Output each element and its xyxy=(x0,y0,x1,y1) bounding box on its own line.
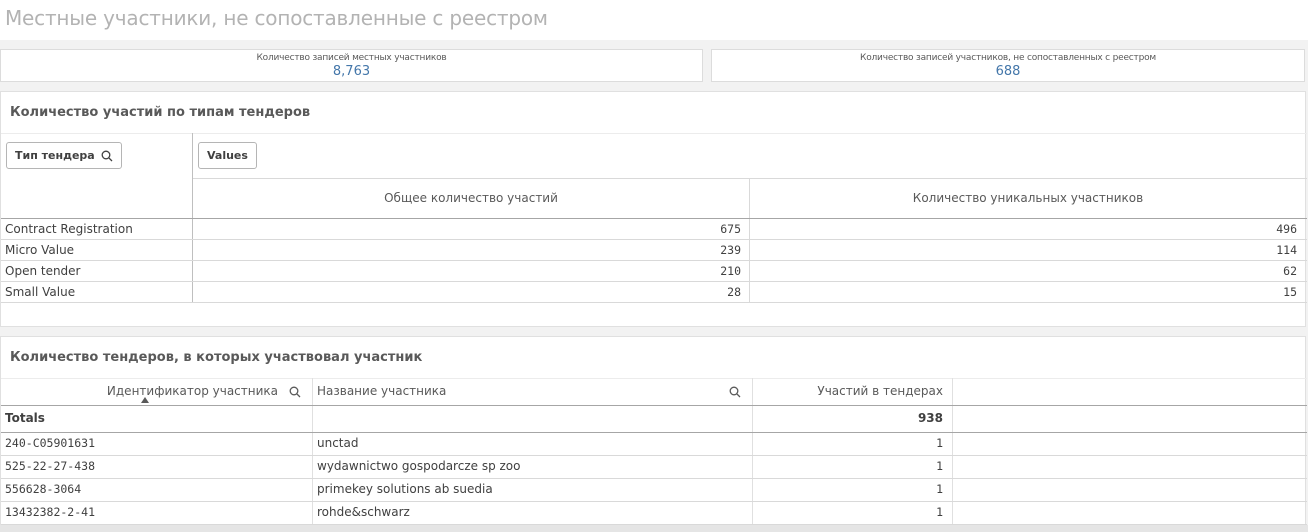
search-icon[interactable] xyxy=(729,386,741,398)
search-icon[interactable] xyxy=(289,386,301,398)
row-divider xyxy=(1,302,1307,303)
divider xyxy=(1,378,1307,379)
col-header-name[interactable]: Название участника xyxy=(317,384,446,398)
kpi-value: 8,763 xyxy=(332,64,371,79)
row-type[interactable]: Micro Value xyxy=(5,243,74,257)
dimension-pill-label: Тип тендера xyxy=(15,149,95,162)
participant-name[interactable]: wydawnictwo gospodarcze sp zoo xyxy=(317,459,520,473)
participation-count: 1 xyxy=(936,436,943,450)
col-header-total[interactable]: Общее количество участий xyxy=(193,191,749,205)
kpi-unmatched-participants[interactable]: Количество записей участников, не сопост… xyxy=(711,49,1305,82)
participant-name[interactable]: rohde&schwarz xyxy=(317,505,410,519)
pivot-title: Количество участий по типам тендеров xyxy=(10,105,311,120)
participant-id[interactable]: 525-22-27-438 xyxy=(5,459,95,473)
table-panel[interactable]: Количество тендеров, в которых участвова… xyxy=(0,336,1307,532)
participant-name[interactable]: primekey solutions ab suedia xyxy=(317,482,493,496)
sheet: Местные участники, не сопоставленные с р… xyxy=(0,0,1308,532)
row-unique: 15 xyxy=(1283,285,1297,299)
row-divider xyxy=(1,239,1307,240)
kpi-local-participants[interactable]: Количество записей местных участников 8,… xyxy=(0,49,703,82)
row-total: 210 xyxy=(720,264,741,278)
sheet-header: Местные участники, не сопоставленные с р… xyxy=(0,0,1308,40)
col-header-id[interactable]: Идентификатор участника xyxy=(1,384,278,398)
search-icon xyxy=(101,150,113,162)
divider xyxy=(1,133,1307,134)
kpi-label: Количество записей участников, не сопост… xyxy=(860,53,1156,63)
values-pill[interactable]: Values xyxy=(198,142,257,169)
dimension-pill[interactable]: Тип тендера xyxy=(6,142,122,169)
row-total: 28 xyxy=(727,285,741,299)
participant-id[interactable]: 240-C05901631 xyxy=(5,436,95,450)
table-title: Количество тендеров, в которых участвова… xyxy=(10,350,423,365)
row-divider xyxy=(1,260,1307,261)
row-divider xyxy=(1,501,1307,502)
col-header-unique[interactable]: Количество уникальных участников xyxy=(750,191,1306,205)
col-header-count[interactable]: Участий в тендерах xyxy=(753,384,943,398)
pivot-panel[interactable]: Количество участий по типам тендеров Тип… xyxy=(0,91,1307,327)
kpi-label: Количество записей местных участников xyxy=(256,53,447,63)
kpi-value: 688 xyxy=(995,64,1021,79)
row-unique: 496 xyxy=(1276,222,1297,236)
header-rule xyxy=(1,405,1307,406)
divider xyxy=(193,178,1307,179)
row-type[interactable]: Open tender xyxy=(5,264,81,278)
participation-count: 1 xyxy=(936,459,943,473)
totals-value: 938 xyxy=(917,411,943,425)
values-pill-label: Values xyxy=(207,149,248,162)
row-total: 239 xyxy=(720,243,741,257)
row-divider xyxy=(1,455,1307,456)
participant-id[interactable]: 556628-3064 xyxy=(5,482,81,496)
row-type[interactable]: Contract Registration xyxy=(5,222,133,236)
row-divider xyxy=(1,281,1307,282)
participant-name[interactable]: unctad xyxy=(317,436,358,450)
horizontal-scrollbar[interactable] xyxy=(0,525,1308,532)
row-total: 675 xyxy=(720,222,741,236)
row-divider xyxy=(1,478,1307,479)
row-unique: 62 xyxy=(1283,264,1297,278)
row-unique: 114 xyxy=(1276,243,1297,257)
participation-count: 1 xyxy=(936,482,943,496)
header-rule xyxy=(1,218,1307,219)
sort-asc-icon[interactable] xyxy=(141,397,149,403)
row-type[interactable]: Small Value xyxy=(5,285,75,299)
totals-rule xyxy=(1,432,1307,433)
participation-count: 1 xyxy=(936,505,943,519)
participant-id[interactable]: 13432382-2-41 xyxy=(5,505,95,519)
sheet-title: Местные участники, не сопоставленные с р… xyxy=(5,6,548,30)
totals-label: Totals xyxy=(5,411,45,425)
